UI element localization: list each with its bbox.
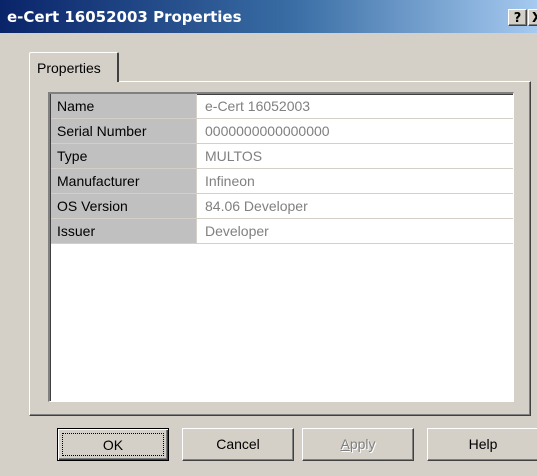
- apply-button-label: pply: [349, 436, 376, 452]
- property-row-serial-number[interactable]: Serial Number 0000000000000000: [51, 119, 513, 144]
- property-value: 84.06 Developer: [205, 198, 308, 214]
- cancel-button[interactable]: Cancel: [182, 428, 294, 461]
- property-row-issuer[interactable]: Issuer Developer: [51, 219, 513, 244]
- apply-button-accelerator: A: [340, 436, 350, 452]
- property-value: Developer: [205, 223, 269, 239]
- property-value: Infineon: [205, 173, 255, 189]
- property-row-manufacturer[interactable]: Manufacturer Infineon: [51, 169, 513, 194]
- property-value: MULTOS: [205, 148, 263, 164]
- property-label: Name: [51, 94, 197, 118]
- property-label: OS Version: [51, 194, 197, 218]
- ok-button-label: OK: [62, 433, 164, 456]
- property-label: Type: [51, 144, 197, 168]
- tab-properties[interactable]: Properties: [29, 52, 119, 82]
- ok-button[interactable]: OK: [57, 428, 169, 461]
- close-icon[interactable]: X: [528, 9, 537, 26]
- property-label: Serial Number: [51, 119, 197, 143]
- property-row-os-version[interactable]: OS Version 84.06 Developer: [51, 194, 513, 219]
- apply-button[interactable]: Apply: [302, 428, 414, 461]
- help-button[interactable]: Help: [427, 428, 537, 461]
- help-icon[interactable]: ?: [508, 9, 527, 26]
- property-row-name[interactable]: Name e-Cert 16052003: [51, 94, 513, 119]
- window-title: e-Cert 16052003 Properties: [7, 8, 242, 26]
- property-value: 0000000000000000: [205, 123, 330, 139]
- property-label: Manufacturer: [51, 169, 197, 193]
- property-value: e-Cert 16052003: [205, 98, 311, 114]
- title-bar[interactable]: e-Cert 16052003 Properties ? X: [0, 0, 537, 33]
- properties-list[interactable]: Name e-Cert 16052003 Serial Number 00000…: [48, 92, 514, 402]
- property-label: Issuer: [51, 219, 197, 243]
- properties-dialog: e-Cert 16052003 Properties ? X Propertie…: [0, 0, 537, 476]
- tab-properties-label: Properties: [37, 60, 101, 76]
- property-row-type[interactable]: Type MULTOS: [51, 144, 513, 169]
